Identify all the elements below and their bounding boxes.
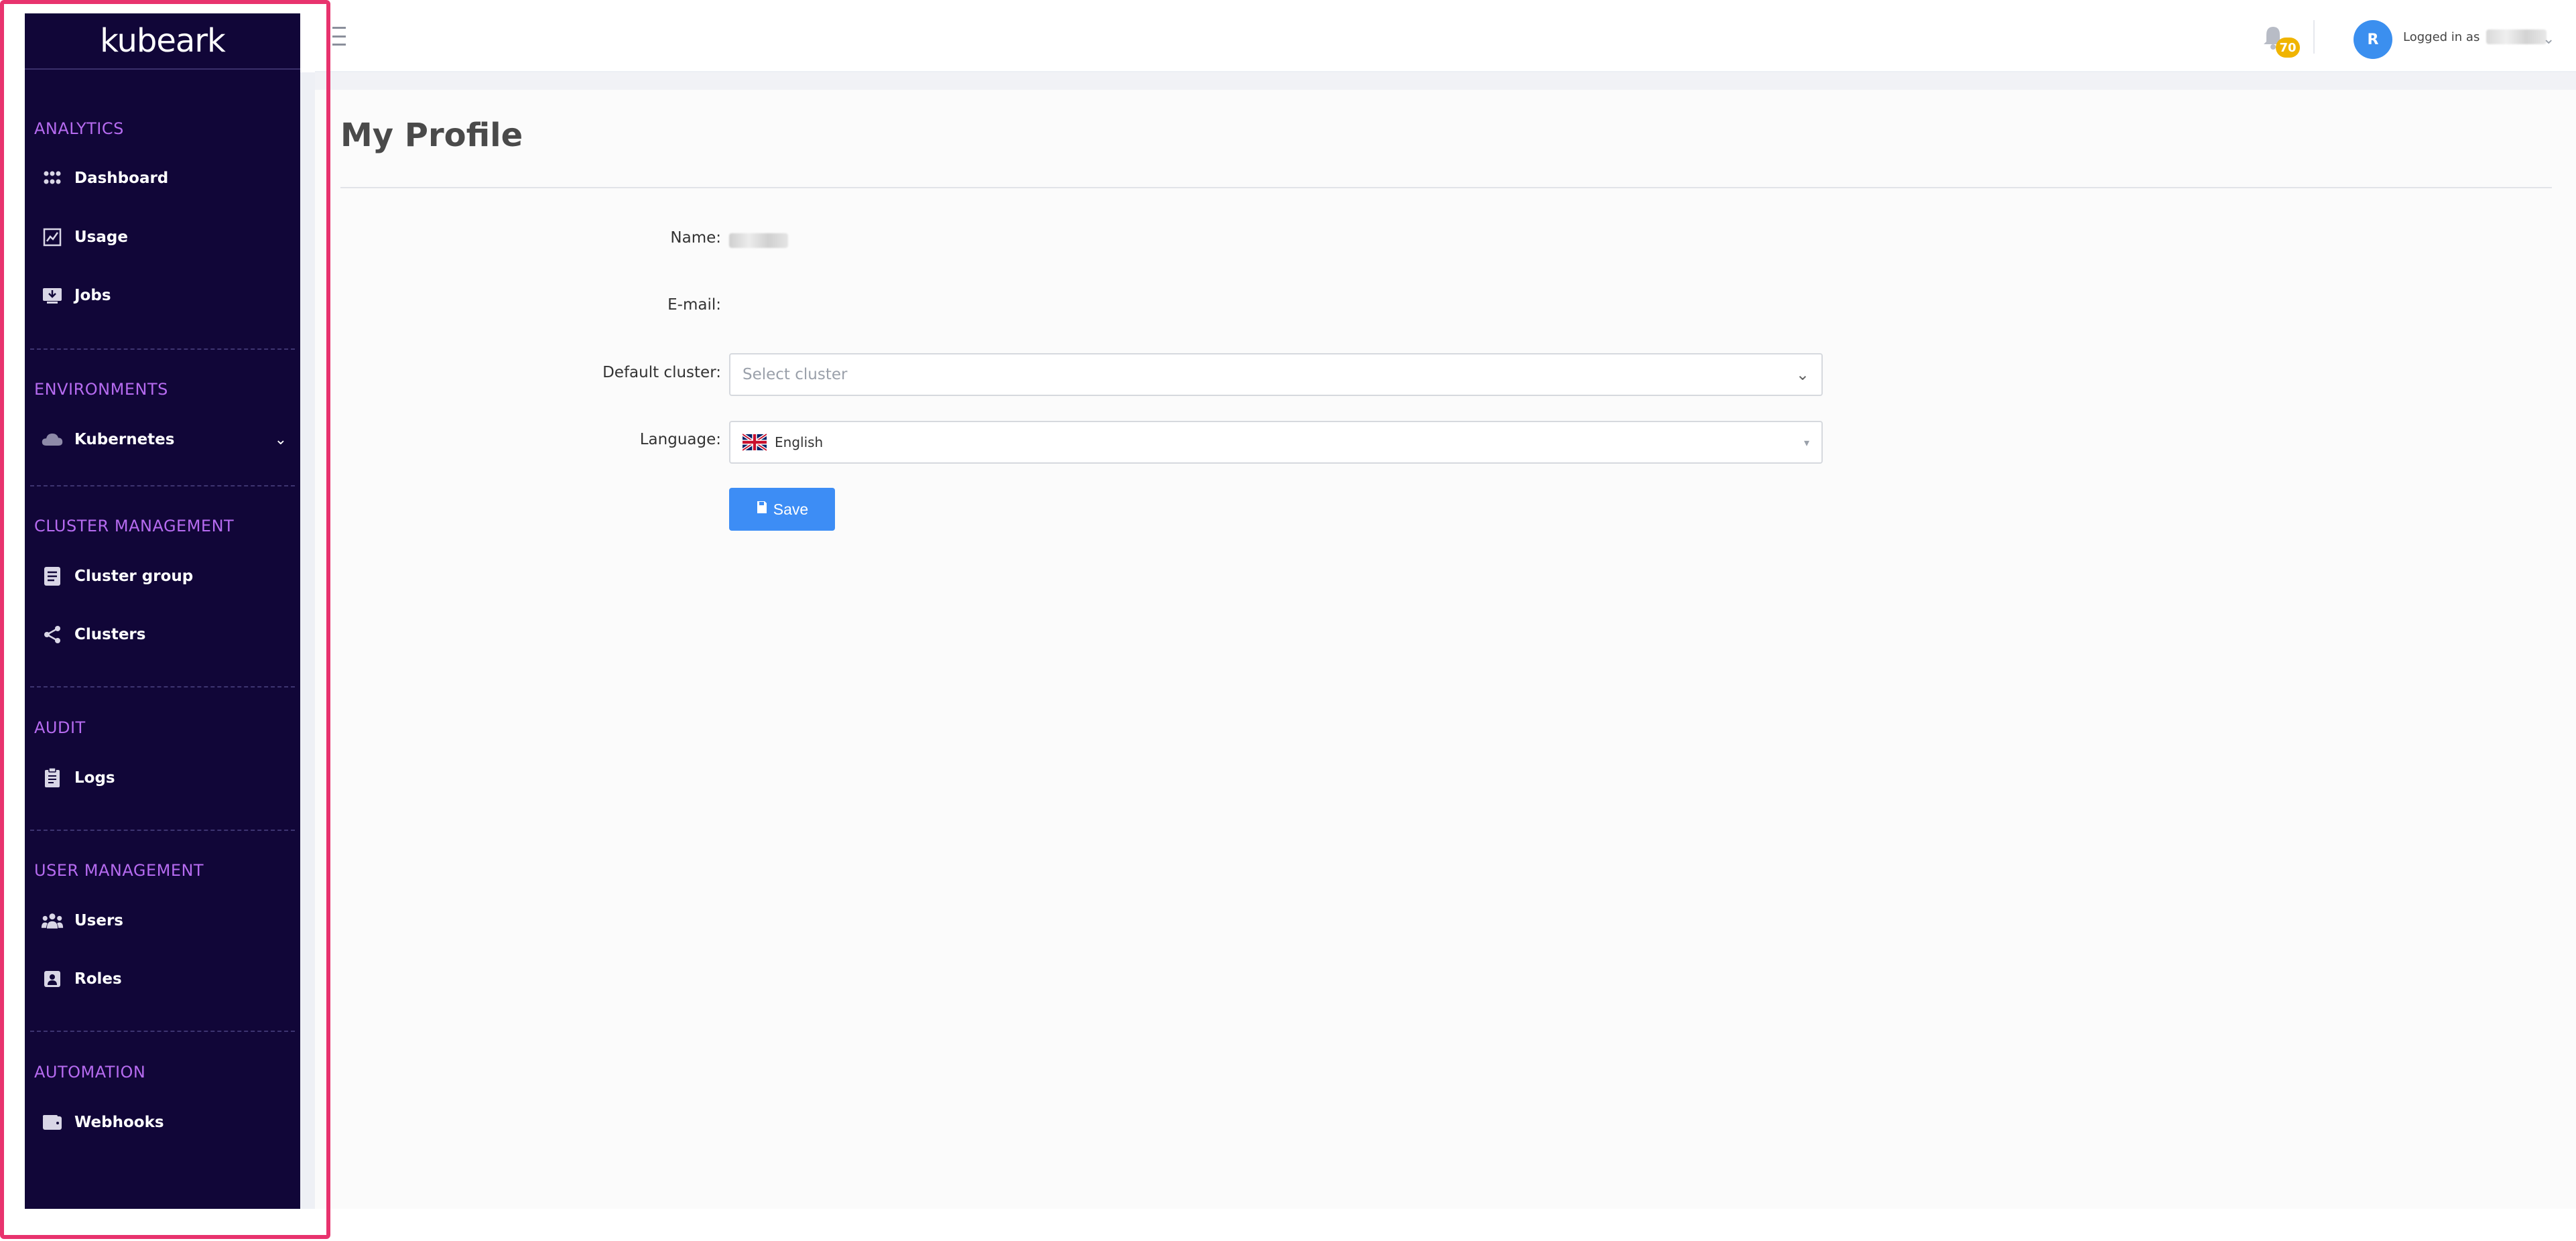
redacted-username bbox=[2486, 29, 2547, 44]
page-title: My Profile bbox=[340, 117, 523, 154]
section-title-cluster-management: CLUSTER MANAGEMENT bbox=[34, 517, 235, 535]
chevron-down-icon[interactable]: ⌄ bbox=[2542, 31, 2555, 48]
sidebar: kubeark ANALYTICS Dashboard Usage Jobs E… bbox=[25, 13, 300, 1209]
divider bbox=[30, 348, 295, 350]
wallet-icon bbox=[41, 1111, 64, 1134]
section-title-analytics: ANALYTICS bbox=[34, 119, 124, 138]
save-label: Save bbox=[773, 500, 809, 518]
sidebar-item-logs[interactable]: Logs bbox=[41, 758, 287, 798]
default-cluster-label: Default cluster: bbox=[602, 364, 721, 381]
top-bar bbox=[315, 0, 2576, 72]
sidebar-item-label: Cluster group bbox=[74, 568, 194, 585]
divider bbox=[30, 485, 295, 486]
sidebar-item-webhooks[interactable]: Webhooks bbox=[41, 1102, 287, 1142]
notification-count-badge: 70 bbox=[2276, 38, 2300, 58]
jobs-icon bbox=[41, 284, 64, 307]
default-cluster-select[interactable]: Select cluster ⌄ bbox=[729, 353, 1823, 396]
section-title-audit: AUDIT bbox=[34, 718, 86, 737]
title-divider bbox=[340, 187, 2552, 188]
divider bbox=[30, 830, 295, 831]
chart-icon bbox=[41, 226, 64, 249]
clipboard-icon bbox=[41, 767, 64, 789]
brand-logo[interactable]: kubeark bbox=[25, 13, 300, 70]
language-select[interactable]: English ▾ bbox=[729, 421, 1823, 464]
section-title-automation: AUTOMATION bbox=[34, 1063, 146, 1082]
email-label: E-mail: bbox=[667, 296, 721, 314]
users-icon bbox=[41, 909, 64, 932]
dashboard-icon bbox=[41, 167, 64, 190]
sidebar-item-label: Users bbox=[74, 912, 123, 929]
caret-down-icon: ▾ bbox=[1803, 436, 1809, 449]
uk-flag-icon bbox=[741, 433, 768, 452]
sidebar-item-label: Webhooks bbox=[74, 1114, 164, 1131]
sidebar-item-label: Jobs bbox=[74, 287, 111, 304]
sidebar-item-kubernetes[interactable]: Kubernetes ⌄ bbox=[41, 419, 287, 460]
main-content bbox=[315, 90, 2576, 1209]
sidebar-item-label: Dashboard bbox=[74, 170, 169, 187]
chevron-down-icon: ⌄ bbox=[1795, 365, 1809, 384]
default-cluster-placeholder: Select cluster bbox=[743, 366, 848, 383]
share-nodes-icon bbox=[41, 623, 64, 646]
sidebar-item-users[interactable]: Users bbox=[41, 901, 287, 941]
cluster-group-icon bbox=[41, 565, 64, 588]
name-label: Name: bbox=[670, 229, 721, 247]
avatar[interactable]: R bbox=[2354, 20, 2392, 59]
sidebar-item-label: Usage bbox=[74, 228, 128, 246]
sidebar-item-usage[interactable]: Usage bbox=[41, 217, 287, 257]
sidebar-scroll-track bbox=[300, 72, 315, 1209]
section-title-environments: ENVIRONMENTS bbox=[34, 380, 168, 399]
divider bbox=[30, 1031, 295, 1032]
name-value-redacted bbox=[729, 233, 788, 248]
top-bar-shadow bbox=[315, 72, 2576, 90]
save-icon bbox=[756, 500, 768, 519]
header-separator bbox=[2313, 20, 2315, 54]
sidebar-item-cluster-group[interactable]: Cluster group bbox=[41, 556, 287, 596]
sidebar-item-jobs[interactable]: Jobs bbox=[41, 275, 287, 316]
sidebar-item-roles[interactable]: Roles bbox=[41, 959, 287, 999]
divider bbox=[30, 686, 295, 688]
roles-icon bbox=[41, 968, 64, 990]
sidebar-item-label: Logs bbox=[74, 769, 115, 787]
chevron-down-icon[interactable]: ⌄ bbox=[275, 432, 287, 448]
cloud-icon bbox=[41, 428, 64, 451]
language-label: Language: bbox=[639, 431, 721, 448]
section-title-user-management: USER MANAGEMENT bbox=[34, 861, 204, 880]
menu-toggle-icon[interactable] bbox=[327, 27, 347, 46]
logged-in-label[interactable]: Logged in as bbox=[2403, 29, 2547, 44]
save-button[interactable]: Save bbox=[729, 488, 835, 531]
sidebar-item-label: Kubernetes bbox=[74, 431, 175, 448]
language-value: English bbox=[775, 434, 824, 450]
sidebar-item-label: Roles bbox=[74, 970, 122, 988]
sidebar-item-dashboard[interactable]: Dashboard bbox=[41, 158, 287, 198]
sidebar-item-clusters[interactable]: Clusters bbox=[41, 614, 287, 655]
logged-in-prefix: Logged in as bbox=[2403, 29, 2480, 44]
sidebar-item-label: Clusters bbox=[74, 626, 146, 643]
